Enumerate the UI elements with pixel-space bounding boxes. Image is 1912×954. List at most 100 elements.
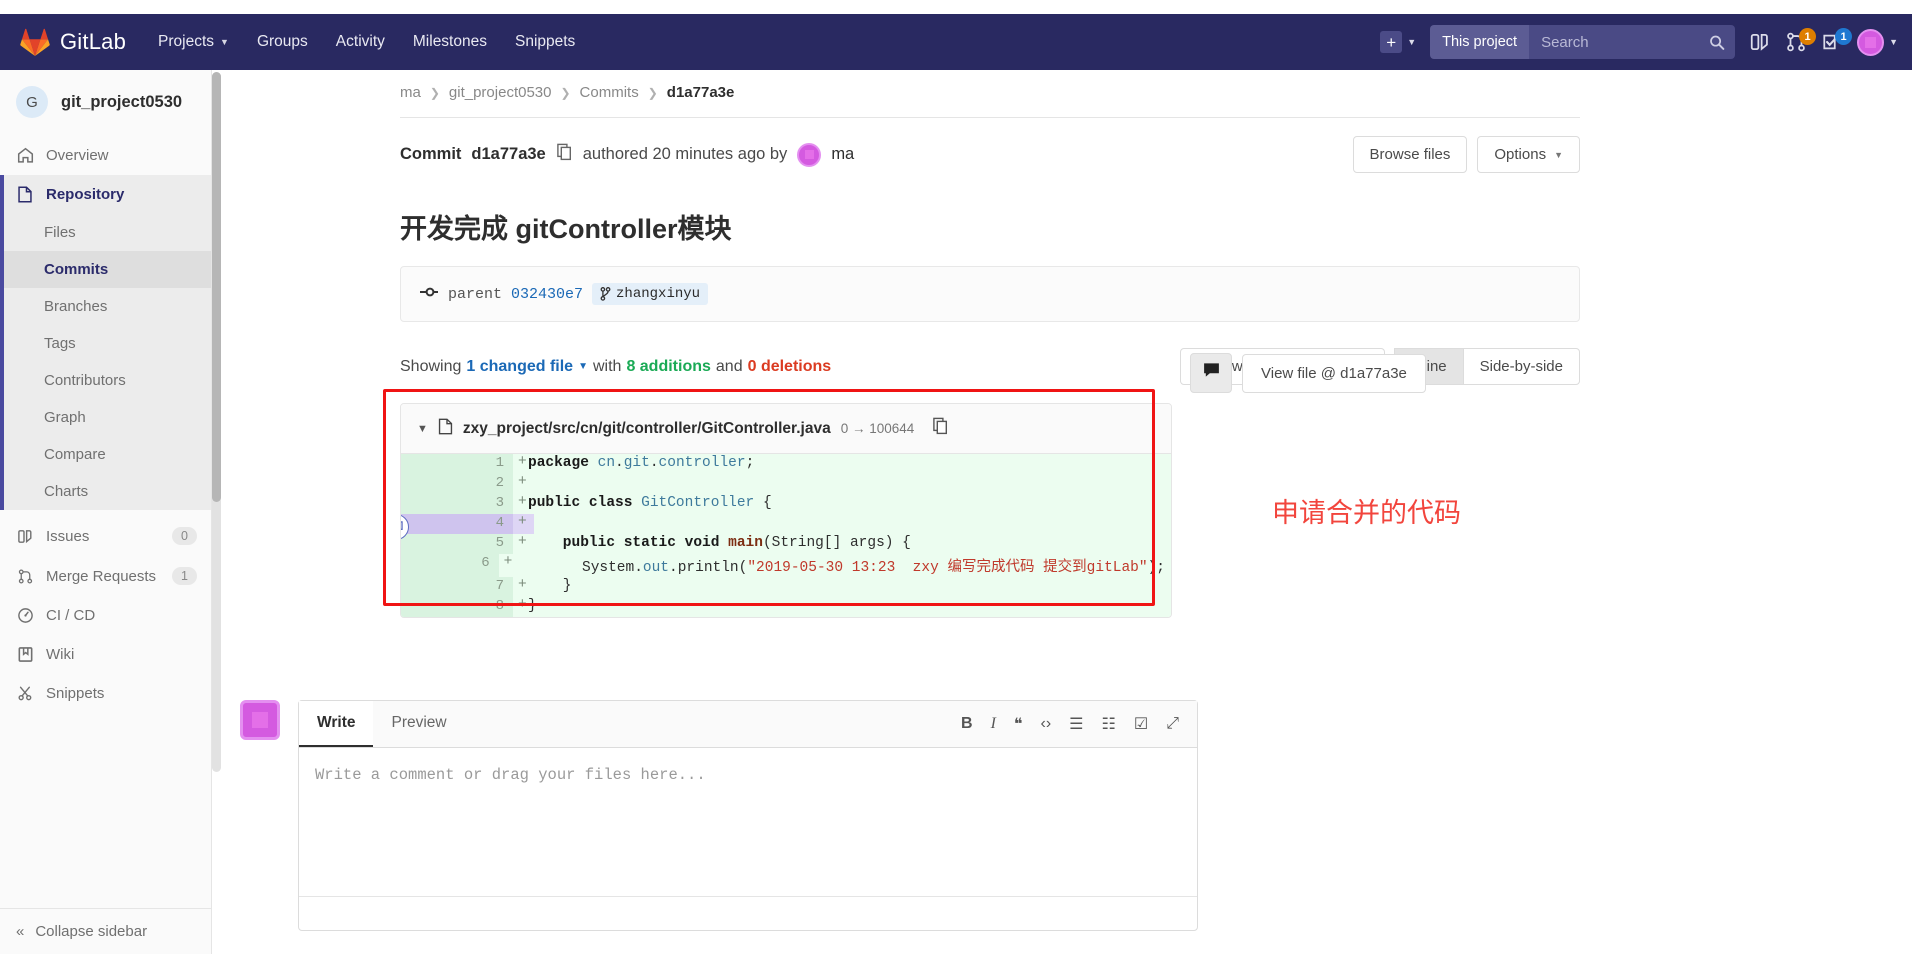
browse-files-button[interactable]: Browse files — [1352, 136, 1468, 173]
breadcrumb-item-project[interactable]: git_project0530 — [449, 84, 552, 101]
bold-icon[interactable]: B — [961, 715, 973, 733]
todos-button[interactable]: 1 — [1821, 28, 1853, 53]
sidebar-item-ci-cd[interactable]: CI / CD — [0, 596, 211, 635]
tab-write[interactable]: Write — [299, 701, 374, 747]
comment-bubble-icon — [1202, 362, 1221, 384]
nav-link-groups[interactable]: Groups — [257, 33, 308, 51]
options-button[interactable]: Options ▼ — [1477, 136, 1580, 173]
sidebar-project-header[interactable]: G git_project0530 — [0, 70, 211, 136]
diff-line-number[interactable]: 4 — [401, 514, 513, 534]
collapse-sidebar-label: Collapse sidebar — [35, 923, 148, 940]
search-icon[interactable] — [1709, 34, 1725, 51]
search-input[interactable] — [1541, 33, 1710, 51]
diff-line-number[interactable]: 1 — [401, 454, 513, 474]
sidebar-item-charts[interactable]: Charts — [4, 473, 211, 510]
merge-requests-button[interactable]: 1 — [1785, 28, 1817, 53]
nav-link-projects[interactable]: Projects ▼ — [158, 33, 229, 51]
diff-file-path[interactable]: zxy_project/src/cn/git/controller/GitCon… — [463, 420, 831, 438]
issue-boards-button[interactable] — [1749, 31, 1771, 53]
diff-line-number[interactable]: 2 — [401, 474, 513, 494]
diff-line[interactable]: 5 + public static void main(String[] args… — [401, 534, 1171, 554]
nav-link-activity[interactable]: Activity — [336, 33, 385, 51]
diff-line-number[interactable]: 3 — [401, 494, 513, 514]
search-box[interactable] — [1529, 25, 1736, 59]
new-item-button[interactable]: + ▼ — [1380, 31, 1416, 53]
user-menu-button[interactable]: ▼ — [1857, 28, 1898, 56]
search-scope-button[interactable]: This project — [1430, 25, 1530, 59]
sidebar-item-repository[interactable]: Repository — [4, 175, 211, 214]
commit-author-link[interactable]: ma — [831, 145, 854, 164]
diff-file-mode: 0 → 100644 — [840, 421, 915, 436]
gitlab-logo-link[interactable]: GitLab — [20, 28, 126, 56]
main-nav-links: Projects ▼ Groups Activity Milestones Sn… — [158, 33, 575, 51]
sidebar-item-branches[interactable]: Branches — [4, 288, 211, 325]
file-icon — [16, 186, 34, 203]
italic-icon[interactable]: I — [991, 715, 996, 733]
branch-name-label: zhangxinyu — [616, 286, 701, 302]
editor-toolbar: B I ❝ ‹› ☰ ☷ ☑ ⤢ — [961, 714, 1183, 734]
gitlab-logo-icon — [20, 28, 50, 56]
parent-sha-link[interactable]: 032430e7 — [511, 286, 583, 303]
view-file-button[interactable]: View file @ d1a77a3e — [1242, 353, 1426, 393]
branch-badge[interactable]: zhangxinyu — [592, 283, 709, 305]
sidebar-issues-count: 0 — [172, 527, 197, 545]
code-icon[interactable]: ‹› — [1041, 715, 1052, 733]
changed-files-dropdown[interactable]: 1 changed file — [466, 358, 573, 376]
add-comment-button[interactable] — [1190, 353, 1232, 393]
nav-link-snippets[interactable]: Snippets — [515, 33, 575, 51]
diff-line-number[interactable]: 5 — [401, 534, 513, 554]
comment-editor: Write Preview B I ❝ ‹› ☰ ☷ ☑ ⤢ Write a c… — [298, 700, 1198, 931]
diff-line[interactable]: 1 + package cn.git.controller; — [401, 454, 1171, 474]
diff-line[interactable]: 7 + } — [401, 577, 1171, 597]
side-by-side-view-button[interactable]: Side-by-side — [1462, 348, 1580, 385]
sidebar-item-wiki[interactable]: Wiki — [0, 635, 211, 674]
copy-icon[interactable] — [932, 417, 949, 440]
sidebar-item-graph[interactable]: Graph — [4, 399, 211, 436]
sidebar-item-snippets[interactable]: Snippets — [0, 674, 211, 713]
nav-link-milestones[interactable]: Milestones — [413, 33, 487, 51]
bullet-list-icon[interactable]: ☰ — [1069, 714, 1083, 734]
sidebar-item-overview[interactable]: Overview — [0, 136, 211, 175]
sidebar-item-compare[interactable]: Compare — [4, 436, 211, 473]
breadcrumb-separator-icon: ❯ — [429, 85, 440, 100]
task-list-icon[interactable]: ☑ — [1134, 714, 1148, 734]
sidebar-item-files[interactable]: Files — [4, 214, 211, 251]
breadcrumb-separator-icon: ❯ — [647, 85, 658, 100]
sidebar-item-contributors[interactable]: Contributors — [4, 362, 211, 399]
copy-icon[interactable] — [556, 143, 573, 166]
fullscreen-icon[interactable]: ⤢ — [1166, 715, 1179, 733]
tab-preview[interactable]: Preview — [373, 701, 465, 747]
diff-area: ▼ zxy_project/src/cn/git/controller/GitC… — [383, 353, 1580, 618]
quote-icon[interactable]: ❝ — [1014, 714, 1023, 734]
diff-line[interactable]: 2 + — [401, 474, 1171, 494]
search-area: This project — [1430, 25, 1736, 59]
diff-line-sign: + — [518, 474, 527, 490]
sidebar-item-commits[interactable]: Commits — [4, 251, 211, 288]
sidebar-item-tags[interactable]: Tags — [4, 325, 211, 362]
breadcrumb-item-sha[interactable]: d1a77a3e — [667, 84, 735, 101]
scissors-icon — [16, 685, 34, 702]
sidebar-scrollbar[interactable] — [212, 72, 221, 772]
numbered-list-icon[interactable]: ☷ — [1102, 714, 1116, 734]
triangle-down-icon[interactable]: ▼ — [417, 423, 428, 435]
diff-line-code: } — [528, 598, 537, 614]
chevron-down-icon: ▼ — [1554, 149, 1563, 160]
diff-line[interactable]: 4 + — [401, 514, 1171, 540]
diff-line-code — [528, 514, 534, 534]
diff-line[interactable]: 6 + System.out.println("2019-05-30 13:23 … — [401, 554, 1171, 577]
diff-line-sign: + — [518, 597, 527, 613]
nav-link-milestones-label: Milestones — [412, 33, 487, 50]
chevron-down-icon[interactable]: ▼ — [578, 361, 588, 372]
diff-line-number[interactable]: 8 — [401, 597, 513, 617]
sidebar-item-merge-requests[interactable]: Merge Requests 1 — [0, 556, 211, 596]
diff-line[interactable]: 3 + public class GitController { — [401, 494, 1171, 514]
breadcrumb-item-commits[interactable]: Commits — [580, 84, 639, 101]
commit-prefix-label: Commit — [400, 145, 462, 163]
diff-line[interactable]: 8 +} — [401, 597, 1171, 617]
sidebar-item-issues[interactable]: Issues 0 — [0, 516, 211, 556]
comment-textarea[interactable]: Write a comment or drag your files here.… — [299, 748, 1197, 896]
collapse-sidebar-button[interactable]: « Collapse sidebar — [0, 908, 211, 954]
breadcrumb-item-namespace[interactable]: ma — [400, 84, 421, 101]
diff-line-number[interactable]: 7 — [401, 577, 513, 597]
diff-line-number[interactable]: 6 — [401, 554, 499, 577]
